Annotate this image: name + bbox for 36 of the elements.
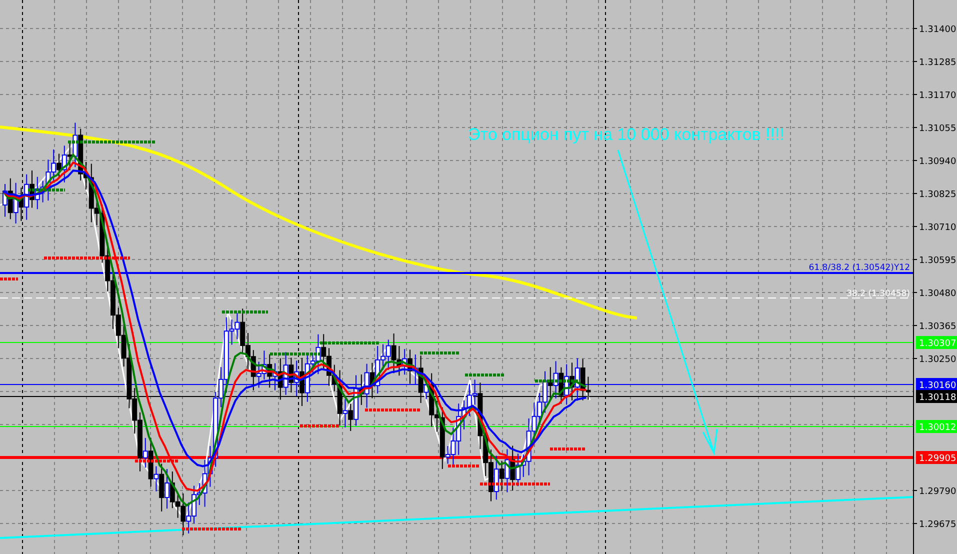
annotation-text: Это опцион пут на 10 000 контрактов !!!! (468, 125, 784, 144)
price-tick-label: 1.31400 (919, 25, 956, 35)
level-marker (448, 464, 480, 468)
price-tick-label: 1.30365 (919, 322, 956, 332)
level-marker (480, 482, 550, 486)
level-marker (28, 188, 65, 192)
level-marker (365, 408, 420, 412)
price-label: 1.29905 (919, 454, 956, 464)
level-marker (300, 424, 340, 428)
price-tick-label: 1.30595 (919, 256, 956, 266)
price-tick-label: 1.29675 (919, 520, 956, 530)
level-marker (270, 352, 320, 356)
level-marker (420, 352, 460, 354)
price-tick-label: 1.30825 (919, 190, 956, 200)
price-tick-label: 1.31285 (919, 58, 956, 68)
level-marker (182, 528, 242, 530)
price-label: 1.30307 (919, 339, 956, 349)
level-marker (135, 460, 178, 462)
fibonacci-label: 61.8/38.2 (1.30542)Y12 (808, 263, 910, 273)
price-label: 1.30160 (919, 381, 956, 391)
level-marker (465, 374, 505, 376)
price-tick-label: 1.31055 (919, 124, 956, 134)
price-tick-label: 1.30250 (919, 355, 956, 365)
price-tick-label: 1.30940 (919, 157, 956, 167)
price-label: 1.30012 (919, 423, 956, 433)
price-tick-label: 1.31170 (919, 91, 956, 101)
level-marker (0, 278, 18, 280)
level-marker (550, 448, 585, 450)
level-marker (320, 342, 380, 344)
level-marker (222, 310, 268, 314)
price-label: 1.30118 (919, 393, 956, 403)
fibonacci-label: 38.2 (1.30458) (846, 289, 910, 299)
price-tick-label: 1.29790 (919, 487, 956, 497)
level-marker (535, 380, 580, 382)
price-tick-label: 1.30480 (919, 289, 956, 299)
price-tick-label: 1.30710 (919, 223, 956, 233)
